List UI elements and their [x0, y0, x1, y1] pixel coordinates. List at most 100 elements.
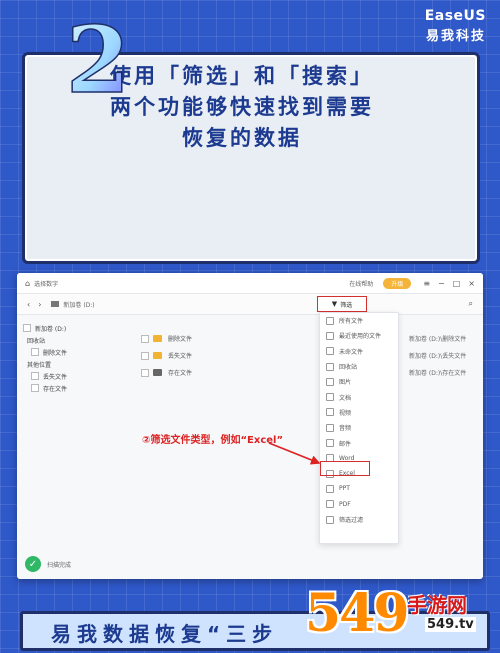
mail-icon [326, 439, 334, 448]
menu-item-ppt[interactable]: PPT [320, 481, 398, 496]
checkbox[interactable] [31, 348, 39, 356]
menu-item-filter-settings[interactable]: 筛选过滤 [320, 512, 398, 527]
list-item[interactable]: 删除文件 [141, 330, 321, 347]
menu-item-recycle-bin[interactable]: 回收站 [320, 359, 398, 374]
back-icon[interactable]: ‹ [27, 300, 30, 309]
check-icon: ✓ [25, 556, 41, 572]
folder-icon [153, 352, 162, 359]
step-number-graphic: 2 [65, 6, 131, 104]
location-path: 新加卷 (D:) [63, 301, 95, 309]
tree-item-label: 其他位置 [27, 361, 52, 369]
menu-item-label: 邮件 [339, 440, 352, 448]
menu-item-label: 回收站 [339, 364, 358, 372]
tree-item[interactable]: 丢失文件 [17, 370, 137, 382]
path-cell: 新加卷 (D:)\丢失文件 [409, 353, 467, 360]
app-titlebar: ⌂ 选择数字 在线帮助 升级 ≡ − □ × [17, 273, 483, 294]
filter-button-label: 筛选 [340, 301, 353, 309]
path-column: 新加卷 (D:)\删除文件 新加卷 (D:)\丢失文件 新加卷 (D:)\存在文… [409, 314, 479, 381]
watermark-sub: 549.tv [425, 617, 476, 632]
menu-item-label: 未命文件 [339, 348, 364, 356]
tree-item[interactable]: 回收站 [17, 334, 137, 346]
menu-icon[interactable]: ≡ [423, 279, 430, 288]
filter-icon: ▼ [331, 300, 338, 308]
app-toolbar: ‹ › 新加卷 (D:) ⌕ [17, 294, 483, 315]
file-list: 删除文件 丢失文件 存在文件 [141, 314, 321, 381]
checkbox[interactable] [31, 384, 39, 392]
tree-item[interactable]: 删除文件 [17, 346, 137, 358]
checkbox[interactable] [31, 372, 39, 380]
menu-item-recent-files[interactable]: 最近使用的文件 [320, 328, 398, 343]
menu-item-label: 所有文件 [339, 318, 364, 326]
tree-item-label: 回收站 [27, 337, 46, 345]
menu-item-label: PPT [339, 485, 350, 493]
step-number: 2 [66, 6, 130, 104]
image-icon [326, 377, 334, 386]
path-cell: 新加卷 (D:)\存在文件 [409, 370, 467, 377]
audio-icon [326, 423, 334, 432]
checkbox[interactable] [141, 351, 149, 360]
home-icon[interactable]: ⌂ [25, 279, 30, 288]
list-item-label: 删除文件 [168, 336, 193, 343]
minimize-icon[interactable]: − [438, 279, 445, 288]
menu-item-pdf[interactable]: PDF [320, 497, 398, 512]
file-icon [326, 347, 334, 356]
checkbox[interactable] [141, 334, 149, 343]
brand-name-en: EaseUS [424, 8, 486, 24]
menu-item-images[interactable]: 图片 [320, 374, 398, 389]
menu-item-email[interactable]: 邮件 [320, 435, 398, 450]
filter-button[interactable]: ▼ 筛选 [317, 296, 367, 312]
upgrade-button[interactable]: 升级 [383, 277, 412, 289]
watermark-logo: 549 手游网 549.tv [305, 583, 490, 647]
list-item-label: 存在文件 [168, 370, 193, 377]
status-bar: ✓ 扫描完成 [17, 549, 483, 579]
menu-item-all-files[interactable]: 所有文件 [320, 313, 398, 328]
menu-item-label: 文档 [339, 394, 352, 402]
folder-icon [153, 369, 162, 376]
footer-text: 易我数据恢复“三步 [51, 622, 279, 646]
brand-name-cn: 易我科技 [425, 29, 486, 44]
close-icon[interactable]: × [468, 279, 475, 288]
path-cell: 新加卷 (D:)\删除文件 [409, 336, 467, 343]
menu-item-audio[interactable]: 音频 [320, 420, 398, 435]
excel-highlight-box [320, 461, 370, 476]
menu-item-label: 视频 [339, 409, 352, 417]
drive-icon [51, 301, 60, 307]
tree-item[interactable]: 新加卷 (D:) [17, 322, 137, 334]
video-icon [326, 408, 334, 417]
list-item[interactable]: 丢失文件 [141, 347, 321, 364]
tree-item-label: 新加卷 (D:) [35, 325, 67, 333]
menu-item-label: 音频 [339, 425, 352, 433]
menu-item-documents[interactable]: 文档 [320, 389, 398, 404]
list-item[interactable]: 存在文件 [141, 364, 321, 381]
checkbox[interactable] [141, 368, 149, 377]
watermark-number: 549 [305, 583, 410, 644]
trash-icon [326, 362, 334, 371]
menu-item-label: 最近使用的文件 [339, 333, 382, 341]
menu-item-label: 图片 [339, 379, 352, 387]
file-icon [326, 316, 334, 325]
menu-item-label: 筛选过滤 [339, 517, 364, 524]
title-line-3: 恢复的数据 [182, 126, 302, 150]
search-icon[interactable]: ⌕ [469, 299, 473, 309]
ppt-icon [326, 484, 334, 493]
directory-tree: 新加卷 (D:) 回收站 删除文件 其他位置 丢失文件 存在文件 [17, 314, 137, 579]
forward-icon[interactable]: › [38, 300, 41, 309]
menu-item-video[interactable]: 视频 [320, 405, 398, 420]
list-item-label: 丢失文件 [168, 353, 193, 360]
menu-item-label: PDF [339, 500, 351, 508]
watermark-cn: 手游网 [407, 593, 467, 617]
help-link[interactable]: 在线帮助 [349, 279, 373, 288]
clock-icon [326, 331, 334, 340]
tree-item[interactable]: 其他位置 [17, 358, 137, 370]
filter-menu: 所有文件 最近使用的文件 未命文件 回收站 图片 文档 视频 音频 邮件 Wor… [319, 312, 399, 544]
tree-item-label: 删除文件 [43, 349, 68, 357]
app-window-title: 选择数字 [34, 280, 59, 288]
checkbox[interactable] [23, 324, 31, 332]
maximize-icon[interactable]: □ [453, 279, 461, 288]
app-window: ⌂ 选择数字 在线帮助 升级 ≡ − □ × ‹ › 新加卷 (D:) ⌕ ▼ … [17, 273, 483, 579]
document-icon [326, 393, 334, 402]
status-text: 扫描完成 [47, 561, 72, 569]
tree-item[interactable]: 存在文件 [17, 382, 137, 394]
tree-item-label: 丢失文件 [43, 373, 68, 381]
menu-item-unnamed-files[interactable]: 未命文件 [320, 344, 398, 359]
